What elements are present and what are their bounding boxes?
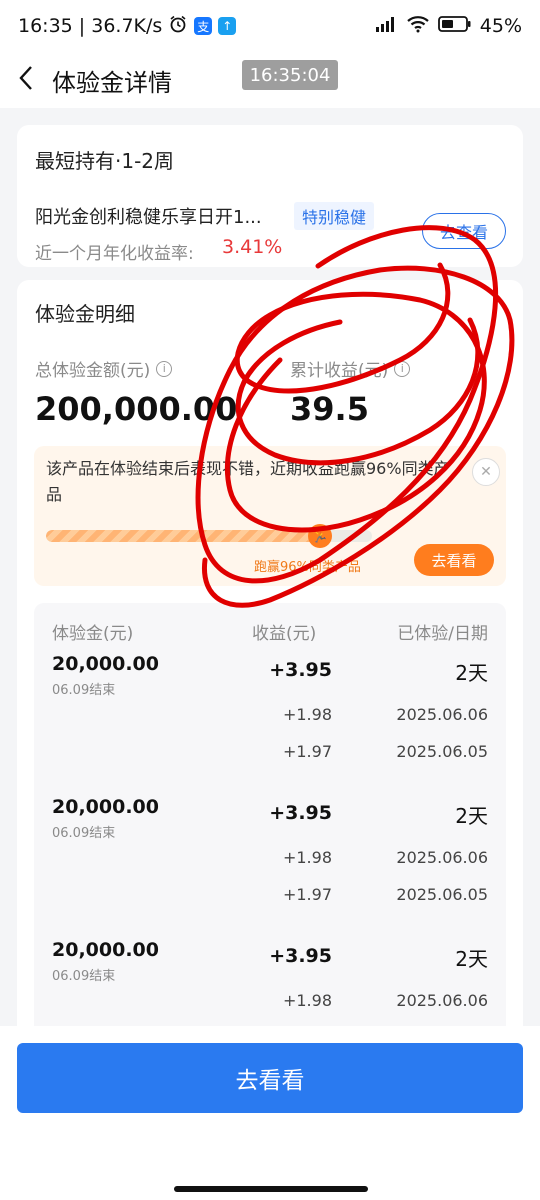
daily-date: 2025.06.06 [396,705,488,724]
alarm-icon [168,14,188,39]
daily-income: +1.97 [282,885,332,904]
upload-icon: ↑ [218,17,237,35]
go-view-button[interactable]: 去看看 [17,1043,523,1113]
daily-income: +1.98 [282,848,332,867]
holding-period-title: 最短持有·1-2周 [35,149,175,173]
info-icon[interactable]: i [156,360,173,377]
row-end-date: 06.09结束 [52,969,116,984]
back-button[interactable] [0,52,52,108]
row-days: 2天 [455,804,488,828]
progress-fill [46,530,320,542]
row-income: +3.95 [269,945,332,967]
tip-view-button[interactable]: 去看看 [414,544,494,576]
battery-percent: 45% [479,15,522,37]
runner-icon: 🏃 [307,524,332,548]
total-amount-value: 200,000.00 [35,390,238,428]
row-end-date: 06.09结束 [52,683,116,698]
daily-date: 2025.06.05 [396,742,488,761]
product-name: 阳光金创利稳健乐享日开1... [35,207,262,228]
header-days: 已体验/日期 [397,624,488,644]
close-icon[interactable]: ✕ [472,458,500,486]
row-end-date: 06.09结束 [52,826,116,841]
performance-tip: 该产品在体验结束后表现不错，近期收益跑赢96%同类产品 ✕ 🏃 跑赢96%同类产… [34,446,506,586]
bottom-bar: 去看看 [0,1026,540,1200]
rate-value: 3.41% [222,236,283,258]
progress-label: 跑赢96%同类产品 [254,560,361,575]
rate-label: 近一个月年化收益率: [35,244,194,264]
daily-date: 2025.06.06 [396,991,488,1010]
detail-title: 体验金明细 [35,302,135,326]
row-amount: 20,000.00 [52,796,159,818]
wifi-icon [406,15,430,38]
daily-income: +1.97 [282,742,332,761]
header-amount: 体验金(元) [52,624,134,644]
battery-icon [437,15,472,38]
time-badge: 16:35:04 [242,60,338,90]
signal-icon [374,15,398,38]
income-label-text: 累计收益(元) [290,361,389,381]
content-area[interactable]: 最短持有·1-2周 阳光金创利稳健乐享日开1... 特别稳健 近一个月年化收益率… [0,108,540,1026]
view-product-button[interactable]: 去查看 [422,213,506,249]
row-amount: 20,000.00 [52,939,159,961]
daily-date: 2025.06.05 [396,885,488,904]
row-days: 2天 [455,947,488,971]
detail-card: 体验金明细 总体验金额(元) i 200,000.00 累计收益(元) i 39… [17,280,523,1026]
status-bar: 16:35 | 36.7K/s 支 ↑ 45% [0,0,540,52]
risk-tag: 特别稳健 [294,202,375,230]
page-title: 体验金详情 [52,68,172,97]
home-indicator [174,1186,368,1192]
row-days: 2天 [455,661,488,685]
alipay-icon: 支 [194,17,213,35]
total-amount-label-text: 总体验金额(元) [35,361,151,381]
income-value: 39.5 [290,390,369,428]
status-time-speed: 16:35 | 36.7K/s [18,15,163,37]
row-income: +3.95 [269,802,332,824]
info-icon[interactable]: i [394,360,411,377]
row-amount: 20,000.00 [52,653,159,675]
detail-table: 体验金(元) 收益(元) 已体验/日期 20,000.00 06.09结束 +3.9… [34,603,506,1026]
daily-income: +1.98 [282,705,332,724]
row-income: +3.95 [269,659,332,681]
income-label: 累计收益(元) i [290,356,411,381]
product-card: 最短持有·1-2周 阳光金创利稳健乐享日开1... 特别稳健 近一个月年化收益率… [17,125,523,267]
header-income: 收益(元) [252,624,317,644]
daily-income: +1.98 [282,991,332,1010]
daily-date: 2025.06.06 [396,848,488,867]
total-amount-label: 总体验金额(元) i [35,356,173,381]
nav-bar: 体验金详情 16:35:04 [0,52,540,108]
tip-text: 该产品在体验结束后表现不错，近期收益跑赢96%同类产品 [46,459,450,504]
chevron-left-icon [16,64,36,96]
